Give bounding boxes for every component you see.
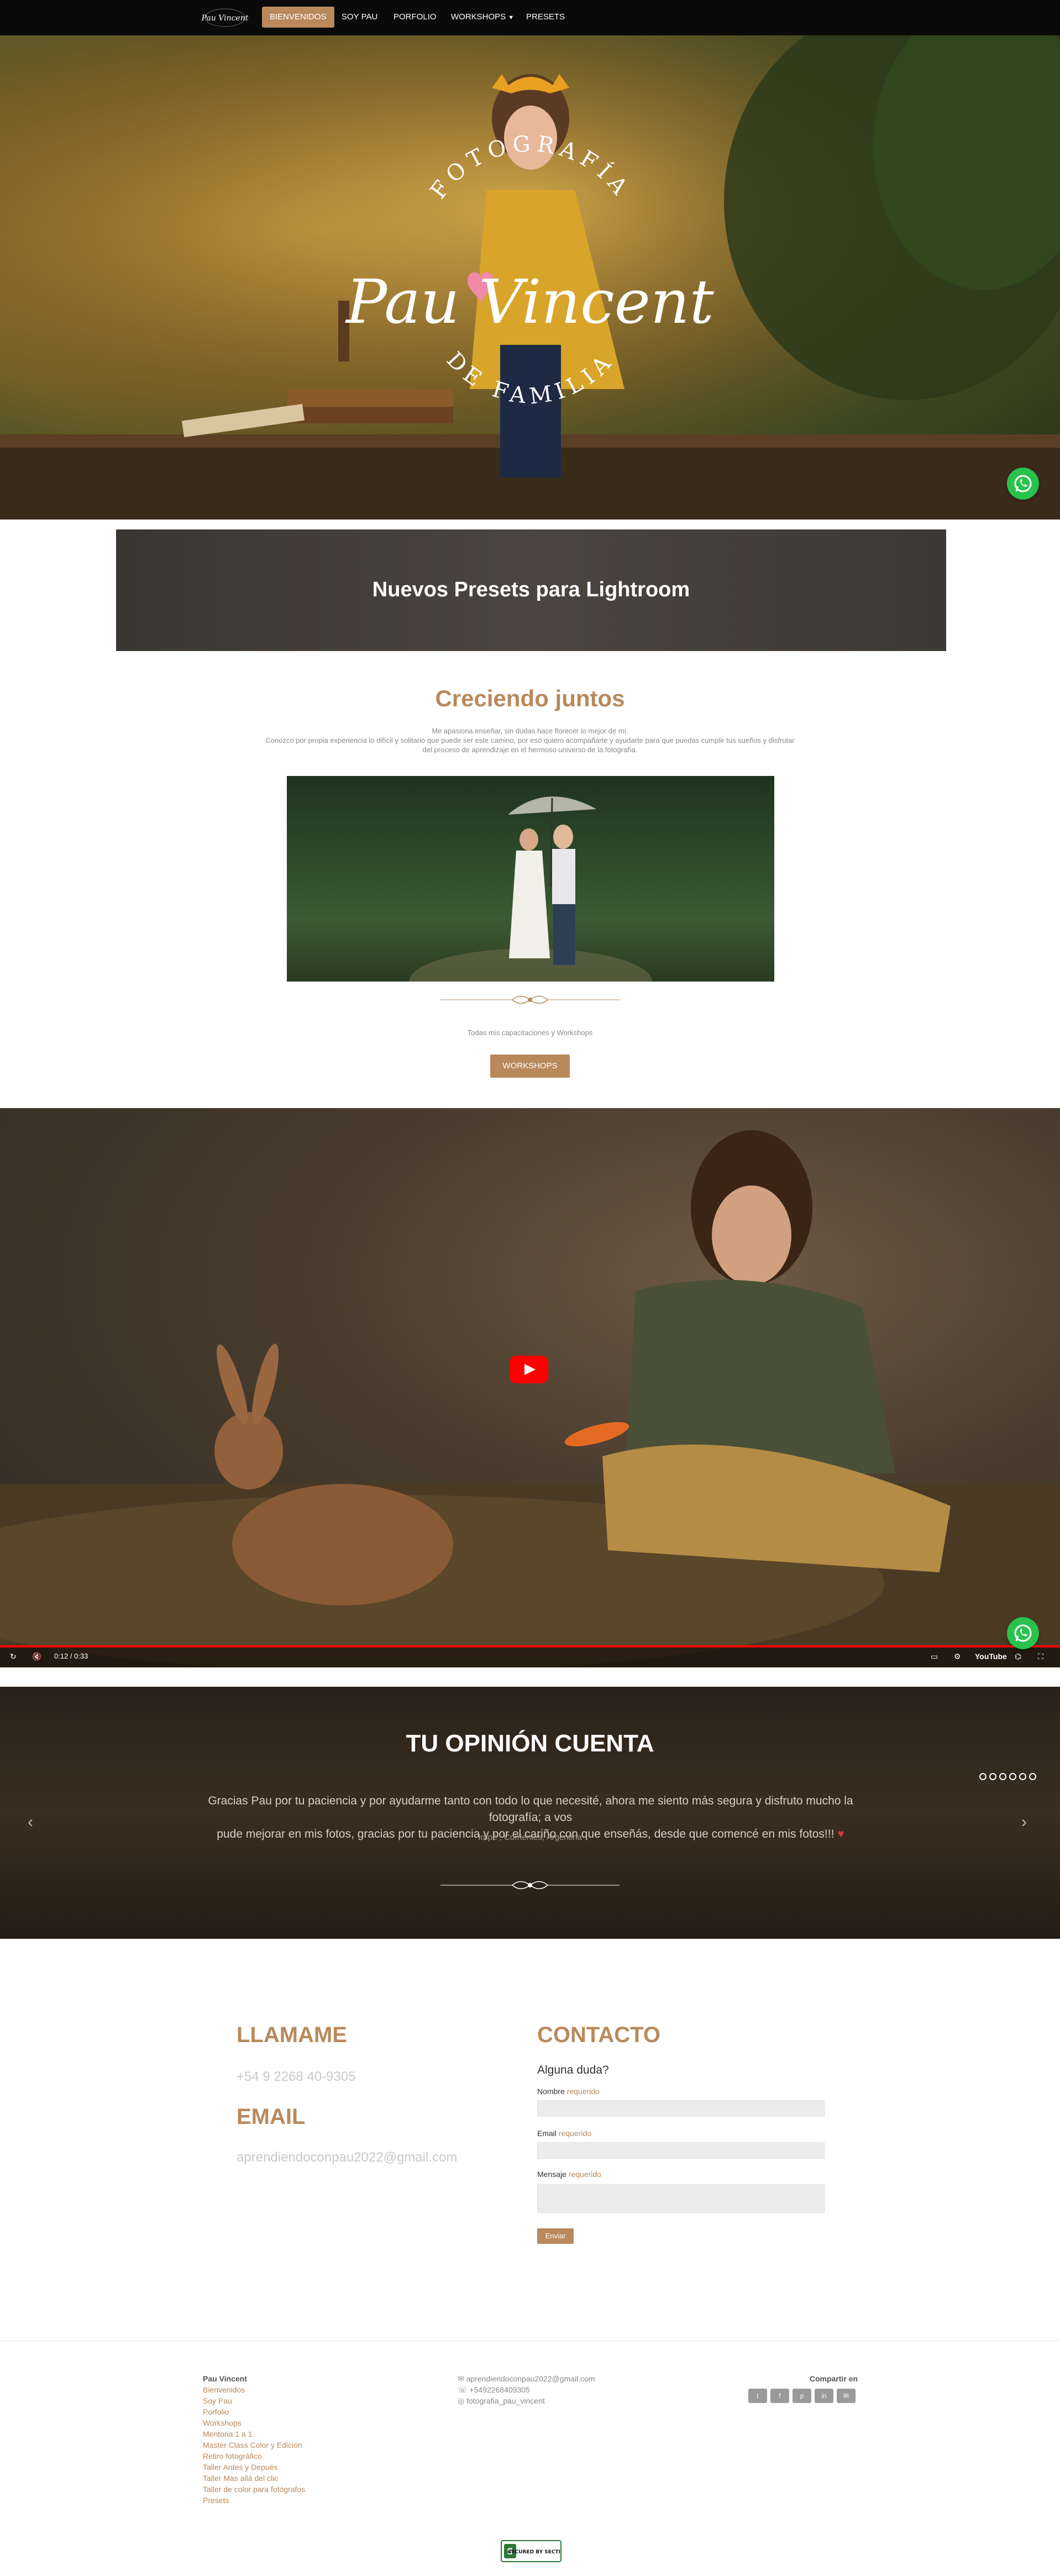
- phone-number[interactable]: +54 9 2268 40-9305: [237, 2069, 356, 2085]
- workshop-photo: [287, 776, 774, 982]
- footer-link[interactable]: Retiro fotográfico: [203, 2451, 262, 2462]
- name-label: Nombre requerido: [537, 2087, 600, 2096]
- testimonials-title: TU OPINIÓN CUENTA: [406, 1730, 654, 1757]
- name-field[interactable]: [537, 2100, 825, 2117]
- hero-script-name: Pau Vincent: [345, 266, 715, 337]
- email-share-icon[interactable]: ✉: [837, 2389, 856, 2403]
- presets-banner-title: Nuevos Presets para Lightroom: [372, 578, 690, 601]
- logo-text: Pau Vincent: [201, 14, 249, 23]
- youtube-play-button[interactable]: [510, 1356, 548, 1383]
- footer-link[interactable]: Soy Pau: [203, 2395, 232, 2406]
- nav-item-bienvenidos[interactable]: Bienvenidos: [262, 7, 334, 28]
- message-field[interactable]: [537, 2184, 825, 2213]
- footer-link[interactable]: Taller de color para fotógrafos: [203, 2484, 305, 2495]
- carousel-dot[interactable]: [979, 1773, 986, 1780]
- nav-item-presets[interactable]: Presets: [526, 7, 565, 28]
- message-label: Mensaje requerido: [537, 2170, 601, 2179]
- whatsapp-icon: [1014, 475, 1032, 492]
- workshops-caption: Todas mis capacitaciones y Workshops: [467, 1029, 593, 1037]
- growing-title: Creciendo juntos: [435, 685, 625, 711]
- carousel-dot[interactable]: [1009, 1773, 1016, 1780]
- twitter-icon[interactable]: t: [748, 2389, 767, 2403]
- hero-banner: FOTOGRAFÍA Pau Vincent DE FAMILIA: [0, 35, 1060, 520]
- workshops-button[interactable]: Workshops: [490, 1054, 570, 1078]
- cast-icon[interactable]: ⌬: [1015, 1652, 1021, 1661]
- youtube-logo[interactable]: YouTube: [975, 1652, 1007, 1661]
- growing-line-2: Conozco por propia experiencia lo difíci…: [265, 736, 795, 744]
- carousel-dot[interactable]: [1019, 1773, 1026, 1780]
- divider-ornament: [440, 1881, 620, 1890]
- carousel-prev-icon[interactable]: ‹: [28, 1813, 33, 1832]
- whatsapp-button-2[interactable]: [1007, 1617, 1039, 1649]
- whatsapp-button[interactable]: [1007, 468, 1039, 500]
- nav-item-porfolio[interactable]: Porfolio: [393, 7, 437, 28]
- pinterest-icon[interactable]: p: [793, 2389, 811, 2403]
- call-title: LLAMAME: [237, 2023, 347, 2047]
- email-title: EMAIL: [237, 2105, 306, 2129]
- instagram-icon: ◎: [458, 2396, 465, 2405]
- footer-link[interactable]: Presets: [203, 2495, 229, 2506]
- hero-logo-title: FOTOGRAFÍA Pau Vincent DE FAMILIA: [345, 131, 715, 410]
- carousel-next-icon[interactable]: ›: [1021, 1813, 1027, 1832]
- top-navbar: Pau Vincent Bienvenidos Soy Pau Porfolio…: [0, 0, 1060, 35]
- presets-banner[interactable]: Nuevos Presets para Lightroom: [116, 529, 946, 651]
- footer-link[interactable]: Porfolio: [203, 2406, 229, 2417]
- footer-link[interactable]: Master Class Color y Edición: [203, 2439, 302, 2451]
- chevron-down-icon: ▼: [508, 14, 515, 21]
- sectigo-badge[interactable]: S SECURED BY SECTIGO: [501, 2540, 569, 2562]
- whatsapp-icon: ☏: [458, 2385, 468, 2394]
- footer-link[interactable]: Workshops: [203, 2417, 242, 2428]
- footer-instagram[interactable]: ◎ fotografia_pau_vincent: [458, 2395, 545, 2406]
- send-button[interactable]: Enviar: [537, 2228, 574, 2244]
- footer-link[interactable]: Mentoria 1 a 1: [203, 2428, 253, 2439]
- replay-icon[interactable]: ↻: [10, 1652, 17, 1661]
- contact-title: CONTACTO: [537, 2023, 660, 2047]
- nav-item-workshops-label: Workshops: [451, 12, 506, 22]
- hero-arc-top: FOTOGRAFÍA: [426, 131, 636, 203]
- footer-link[interactable]: Pau Vincent: [203, 2373, 247, 2384]
- email-label: Email requerido: [537, 2129, 592, 2138]
- carousel-dot[interactable]: [1029, 1773, 1036, 1780]
- sectigo-badge-text: SECURED BY SECTIGO: [508, 2549, 560, 2555]
- footer-link[interactable]: Taller Mas allá del clic: [203, 2473, 278, 2484]
- settings-icon[interactable]: ⚙: [954, 1652, 961, 1661]
- growing-line-3: del proceso de aprendizaje en el hermoso…: [422, 746, 638, 754]
- carousel-dots[interactable]: [979, 1773, 1039, 1782]
- testimonial-author: Irupé , Corrientes, Argentina: [478, 1833, 582, 1842]
- facebook-icon[interactable]: f: [770, 2389, 789, 2403]
- testimonial-line-1: Gracias Pau por tu paciencia y por ayuda…: [208, 1795, 853, 1824]
- divider-ornament: [440, 995, 620, 1004]
- nav-item-soy-pau[interactable]: Soy Pau: [342, 7, 377, 28]
- captions-icon[interactable]: ▭: [931, 1652, 938, 1661]
- footer-email[interactable]: ✉ aprendiendoconpau2022@gmail.com: [458, 2373, 595, 2384]
- carousel-dot[interactable]: [989, 1773, 996, 1780]
- hero-arc-bottom: DE FAMILIA: [442, 347, 620, 410]
- growing-line-1: Me apasiona enseñar, sin dudas hace flor…: [432, 727, 628, 735]
- video-controls: ↻ 🔇 0:12 / 0:33 ▭ ⚙ YouTube ⌬ ⛶: [0, 1648, 1060, 1667]
- linkedin-icon[interactable]: in: [815, 2389, 833, 2403]
- whatsapp-icon: [1014, 1624, 1032, 1642]
- contact-subtitle: Alguna duda?: [537, 2064, 609, 2076]
- video-time: 0:12 / 0:33: [54, 1652, 88, 1660]
- share-label: Compartir en: [809, 2374, 858, 2383]
- footer-divider: [0, 2340, 1060, 2341]
- fullscreen-icon[interactable]: ⛶: [1038, 1652, 1043, 1661]
- footer-link[interactable]: Bienvenidos: [203, 2384, 245, 2395]
- mute-icon[interactable]: 🔇: [32, 1652, 41, 1661]
- nav-item-workshops[interactable]: Workshops ▼: [451, 7, 514, 28]
- carousel-dot[interactable]: [999, 1773, 1006, 1780]
- footer-link[interactable]: Taller Antes y Depués: [203, 2462, 277, 2473]
- envelope-icon: ✉: [458, 2374, 464, 2383]
- site-logo[interactable]: Pau Vincent: [200, 6, 250, 30]
- email-address[interactable]: aprendiendoconpau2022@gmail.com: [237, 2150, 457, 2165]
- email-field[interactable]: [537, 2142, 825, 2159]
- footer-phone[interactable]: ☏ +5492268409305: [458, 2384, 530, 2395]
- video-player[interactable]: [0, 1108, 1060, 1667]
